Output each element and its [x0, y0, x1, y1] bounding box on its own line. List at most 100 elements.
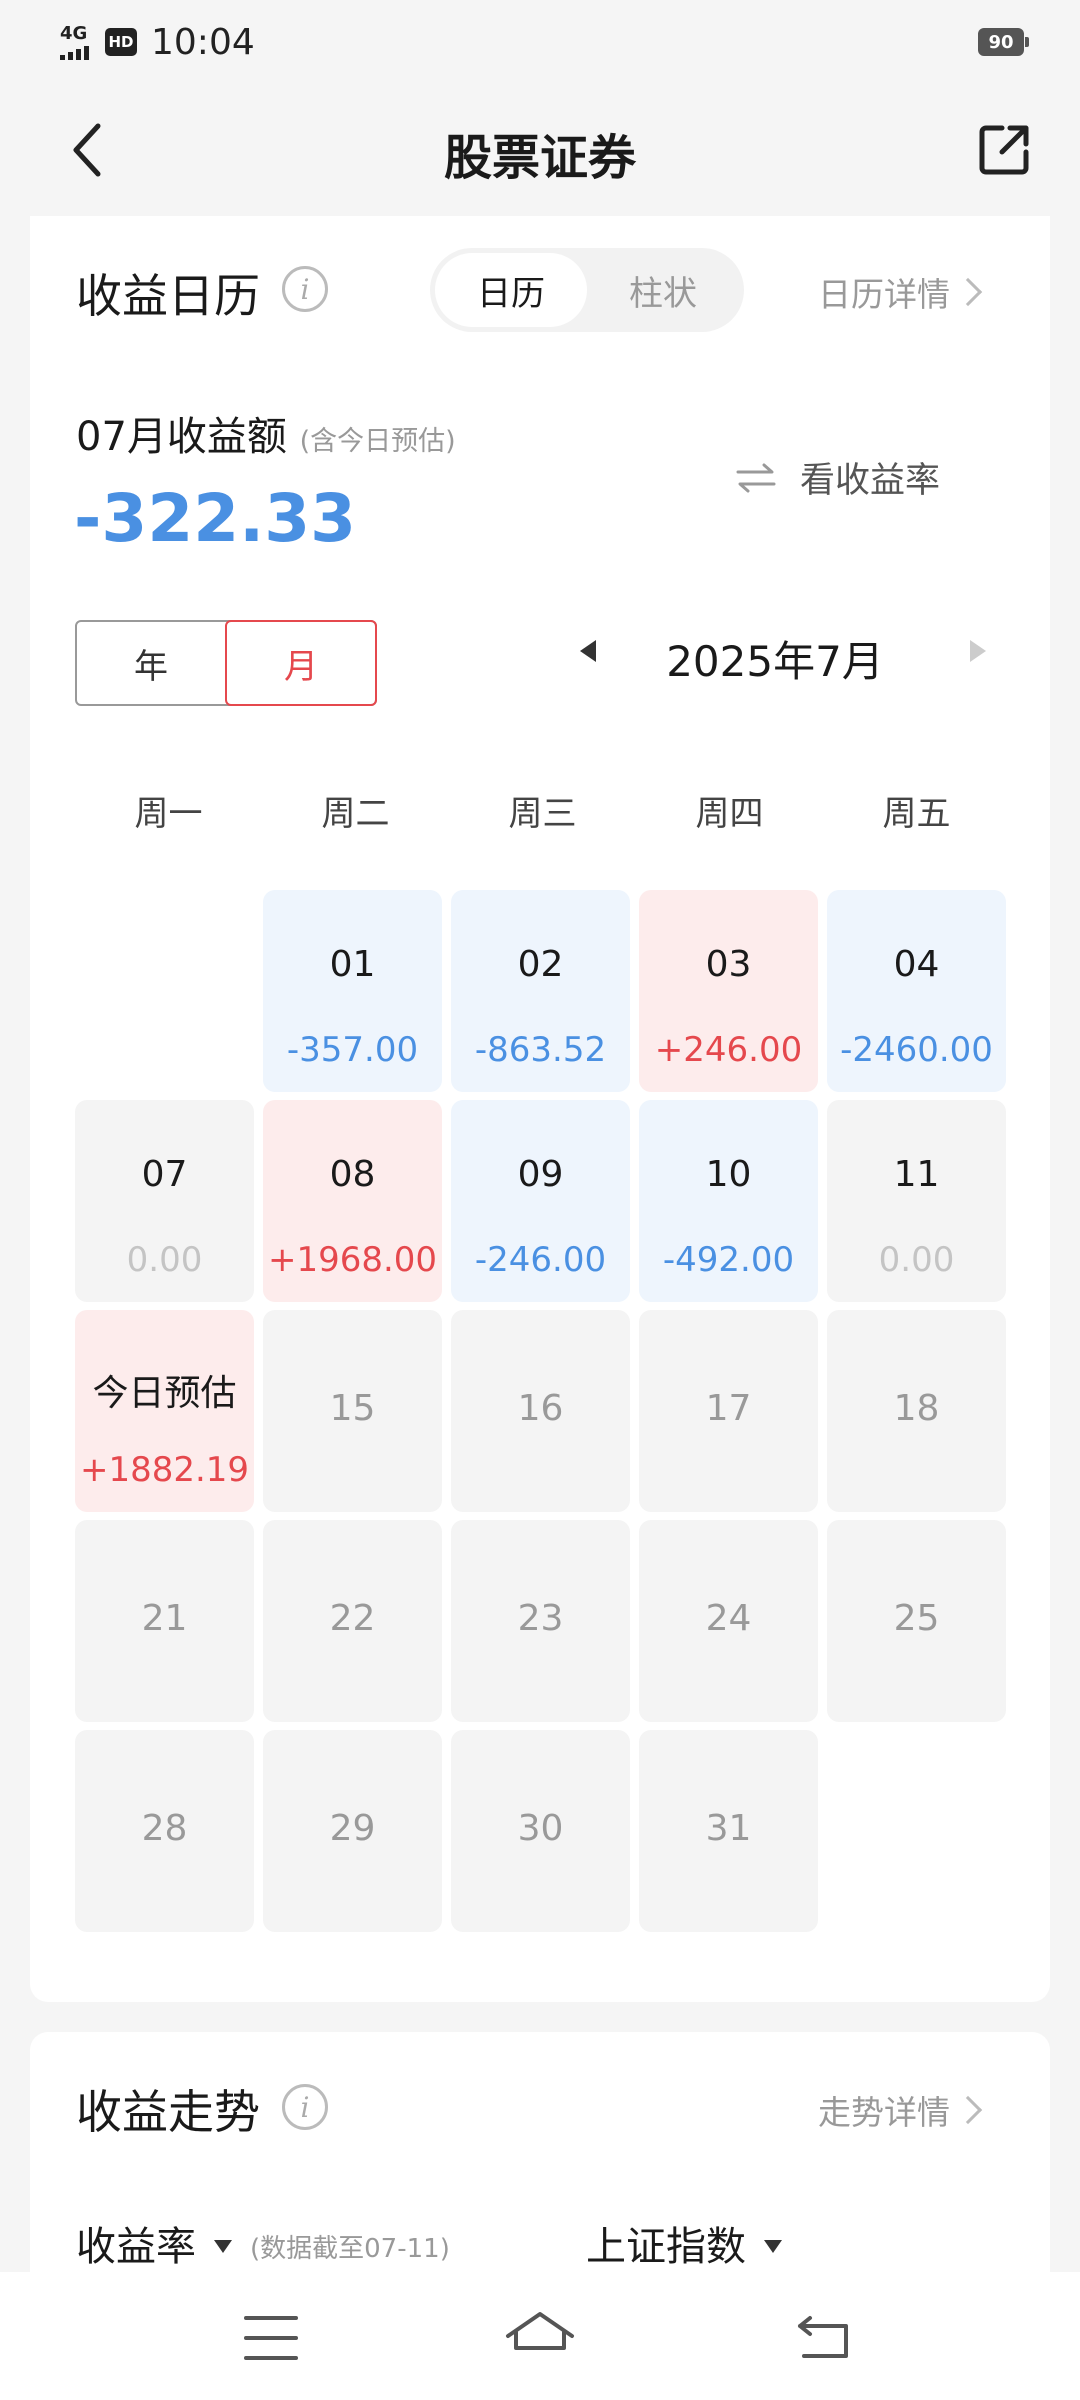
- calendar-day-cell[interactable]: 21: [75, 1520, 254, 1722]
- calendar-detail-label: 日历详情: [818, 275, 950, 314]
- day-number: 今日预估: [92, 1373, 237, 1414]
- share-button[interactable]: [972, 118, 1036, 182]
- menu-icon[interactable]: [244, 2316, 298, 2360]
- info-icon[interactable]: i: [282, 266, 328, 312]
- toggle-rate-label: 看收益率: [800, 461, 941, 501]
- signal-icon: 4G: [60, 22, 89, 60]
- calendar-day-cell[interactable]: 16: [451, 1310, 630, 1512]
- dropdown-arrow-icon: [214, 2239, 232, 2253]
- day-number: 03: [705, 944, 752, 985]
- calendar-day-cell[interactable]: 25: [827, 1520, 1006, 1722]
- profit-calendar-card: 收益日历 i 日历 柱状 日历详情 07月收益额 (含今日预估) -322.33…: [30, 216, 1050, 2002]
- status-bar: 4G HD 10:04 90: [0, 0, 1080, 84]
- tab-bar-chart[interactable]: 柱状: [587, 253, 739, 327]
- home-icon[interactable]: [504, 2310, 576, 2364]
- swap-icon: [736, 462, 776, 494]
- next-month-icon[interactable]: [970, 640, 986, 662]
- day-profit-value: +1968.00: [267, 1240, 438, 1280]
- day-number: 09: [517, 1154, 564, 1195]
- calendar-day-cell[interactable]: 23: [451, 1520, 630, 1722]
- calendar-day-cell[interactable]: 08 +1968.00: [263, 1100, 442, 1302]
- chevron-right-icon: [953, 277, 983, 307]
- calendar-day-cell[interactable]: 02 -863.52: [451, 890, 630, 1092]
- month-profit-title: 07月收益额: [76, 414, 287, 460]
- day-profit-value: 0.00: [878, 1240, 955, 1280]
- weekday-label: 周四: [695, 794, 764, 834]
- current-month: 2025年7月: [666, 637, 884, 686]
- trend-section-title: 收益走势: [76, 2085, 260, 2139]
- day-number: 18: [893, 1388, 940, 1429]
- calendar-day-cell[interactable]: 03 +246.00: [639, 890, 818, 1092]
- day-number: 24: [705, 1598, 752, 1639]
- calendar-day-cell[interactable]: 22: [263, 1520, 442, 1722]
- day-number: 21: [141, 1598, 188, 1639]
- tab-year[interactable]: 年: [77, 622, 225, 704]
- month-navigator: 2025年7月: [540, 624, 1010, 686]
- index-dropdown[interactable]: 上证指数: [586, 2214, 782, 2272]
- calendar-day-cell[interactable]: 07 0.00: [75, 1100, 254, 1302]
- day-number: 16: [517, 1388, 564, 1429]
- day-number: 22: [329, 1598, 376, 1639]
- trend-detail-label: 走势详情: [818, 2093, 950, 2132]
- day-number: 11: [893, 1154, 940, 1195]
- calendar-day-cell[interactable]: 今日预估 +1882.19: [75, 1310, 254, 1512]
- calendar-day-cell[interactable]: 30: [451, 1730, 630, 1932]
- index-label: 上证指数: [586, 2224, 746, 2270]
- day-number: 04: [893, 944, 940, 985]
- calendar-day-cell[interactable]: 01 -357.00: [263, 890, 442, 1092]
- system-nav-bar: [0, 2272, 1080, 2400]
- calendar-day-cell[interactable]: 15: [263, 1310, 442, 1512]
- day-number: 08: [329, 1154, 376, 1195]
- toggle-rate-button[interactable]: 看收益率: [736, 452, 940, 503]
- day-number: 30: [517, 1808, 564, 1849]
- hd-icon: HD: [105, 28, 137, 56]
- calendar-day-cell[interactable]: 17: [639, 1310, 818, 1512]
- weekday-label: 周二: [321, 794, 390, 834]
- day-profit-value: 0.00: [126, 1240, 203, 1280]
- weekday-label: 周五: [882, 794, 951, 834]
- network-type: 4G: [60, 22, 88, 44]
- tab-calendar[interactable]: 日历: [435, 253, 587, 327]
- day-number: 02: [517, 944, 564, 985]
- day-number: 17: [705, 1388, 752, 1429]
- calendar-detail-link[interactable]: 日历详情: [818, 268, 983, 316]
- calendar-day-cell[interactable]: 09 -246.00: [451, 1100, 630, 1302]
- calendar-day-cell[interactable]: 10 -492.00: [639, 1100, 818, 1302]
- period-switch: 年 月: [75, 620, 377, 706]
- battery-icon: 90: [978, 28, 1029, 56]
- day-profit-value: -357.00: [286, 1030, 419, 1070]
- day-number: 31: [705, 1808, 752, 1849]
- info-icon[interactable]: i: [282, 2084, 328, 2130]
- day-profit-value: -2460.00: [840, 1030, 993, 1070]
- calendar-day-cell[interactable]: 04 -2460.00: [827, 890, 1006, 1092]
- calendar-day-cell[interactable]: 28: [75, 1730, 254, 1932]
- trend-detail-link[interactable]: 走势详情: [818, 2086, 983, 2134]
- day-number: 10: [705, 1154, 752, 1195]
- day-profit-value: -492.00: [662, 1240, 795, 1280]
- metric-dropdown[interactable]: 收益率 (数据截至07-11): [76, 2214, 450, 2272]
- chevron-right-icon: [953, 2095, 983, 2125]
- calendar-day-cell[interactable]: 11 0.00: [827, 1100, 1006, 1302]
- metric-label: 收益率: [76, 2224, 196, 2270]
- day-profit-value: +1882.19: [79, 1450, 250, 1490]
- day-number: 07: [141, 1154, 188, 1195]
- day-number: 23: [517, 1598, 564, 1639]
- page-title: 股票证券: [443, 130, 636, 186]
- system-back-icon[interactable]: [796, 2312, 852, 2362]
- share-external-icon: [979, 125, 1029, 175]
- nav-bar: 股票证券: [0, 84, 1080, 216]
- calendar-day-cell[interactable]: 31: [639, 1730, 818, 1932]
- calendar-day-cell[interactable]: 29: [263, 1730, 442, 1932]
- tab-month[interactable]: 月: [225, 620, 377, 706]
- calendar-day-cell[interactable]: 18: [827, 1310, 1006, 1512]
- calendar-day-cell[interactable]: 24: [639, 1520, 818, 1722]
- weekday-label: 周一: [134, 794, 203, 834]
- day-number: 01: [329, 944, 376, 985]
- month-profit-note: (含今日预估): [299, 426, 456, 457]
- day-profit-value: -863.52: [474, 1030, 607, 1070]
- month-profit-value: -322.33: [74, 480, 357, 557]
- data-cutoff-note: (数据截至07-11): [250, 2233, 450, 2264]
- dropdown-arrow-icon: [764, 2239, 782, 2253]
- day-profit-value: +246.00: [654, 1030, 803, 1070]
- day-number: 25: [893, 1598, 940, 1639]
